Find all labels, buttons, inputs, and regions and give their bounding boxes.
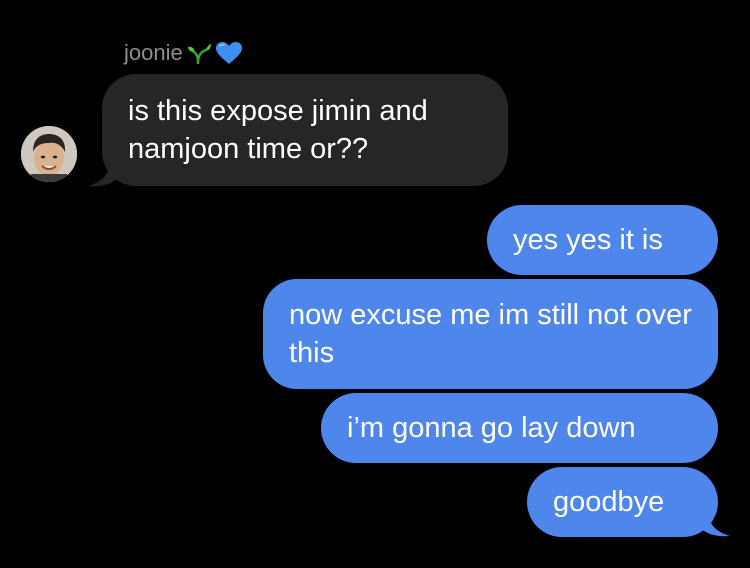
sender-name-label: joonie	[124, 40, 183, 65]
seedling-icon	[187, 42, 211, 64]
message-text: now excuse me im still not over this	[289, 299, 692, 369]
sender-name: joonie	[124, 40, 243, 66]
blue-heart-icon	[215, 41, 243, 65]
message-bubble-outgoing[interactable]: i’m gonna go lay down	[321, 393, 718, 463]
message-bubble-outgoing[interactable]: now excuse me im still not over this	[263, 279, 718, 389]
message-bubble-outgoing[interactable]: goodbye	[527, 467, 718, 537]
message-bubble-outgoing[interactable]: yes yes it is	[487, 205, 718, 275]
message-text: i’m gonna go lay down	[347, 412, 636, 444]
message-text: yes yes it is	[513, 224, 663, 256]
message-text: is this expose jimin and namjoon time or…	[128, 95, 428, 165]
contact-avatar[interactable]	[21, 126, 77, 182]
message-bubble-incoming[interactable]: is this expose jimin and namjoon time or…	[102, 74, 508, 186]
message-text: goodbye	[553, 486, 665, 518]
